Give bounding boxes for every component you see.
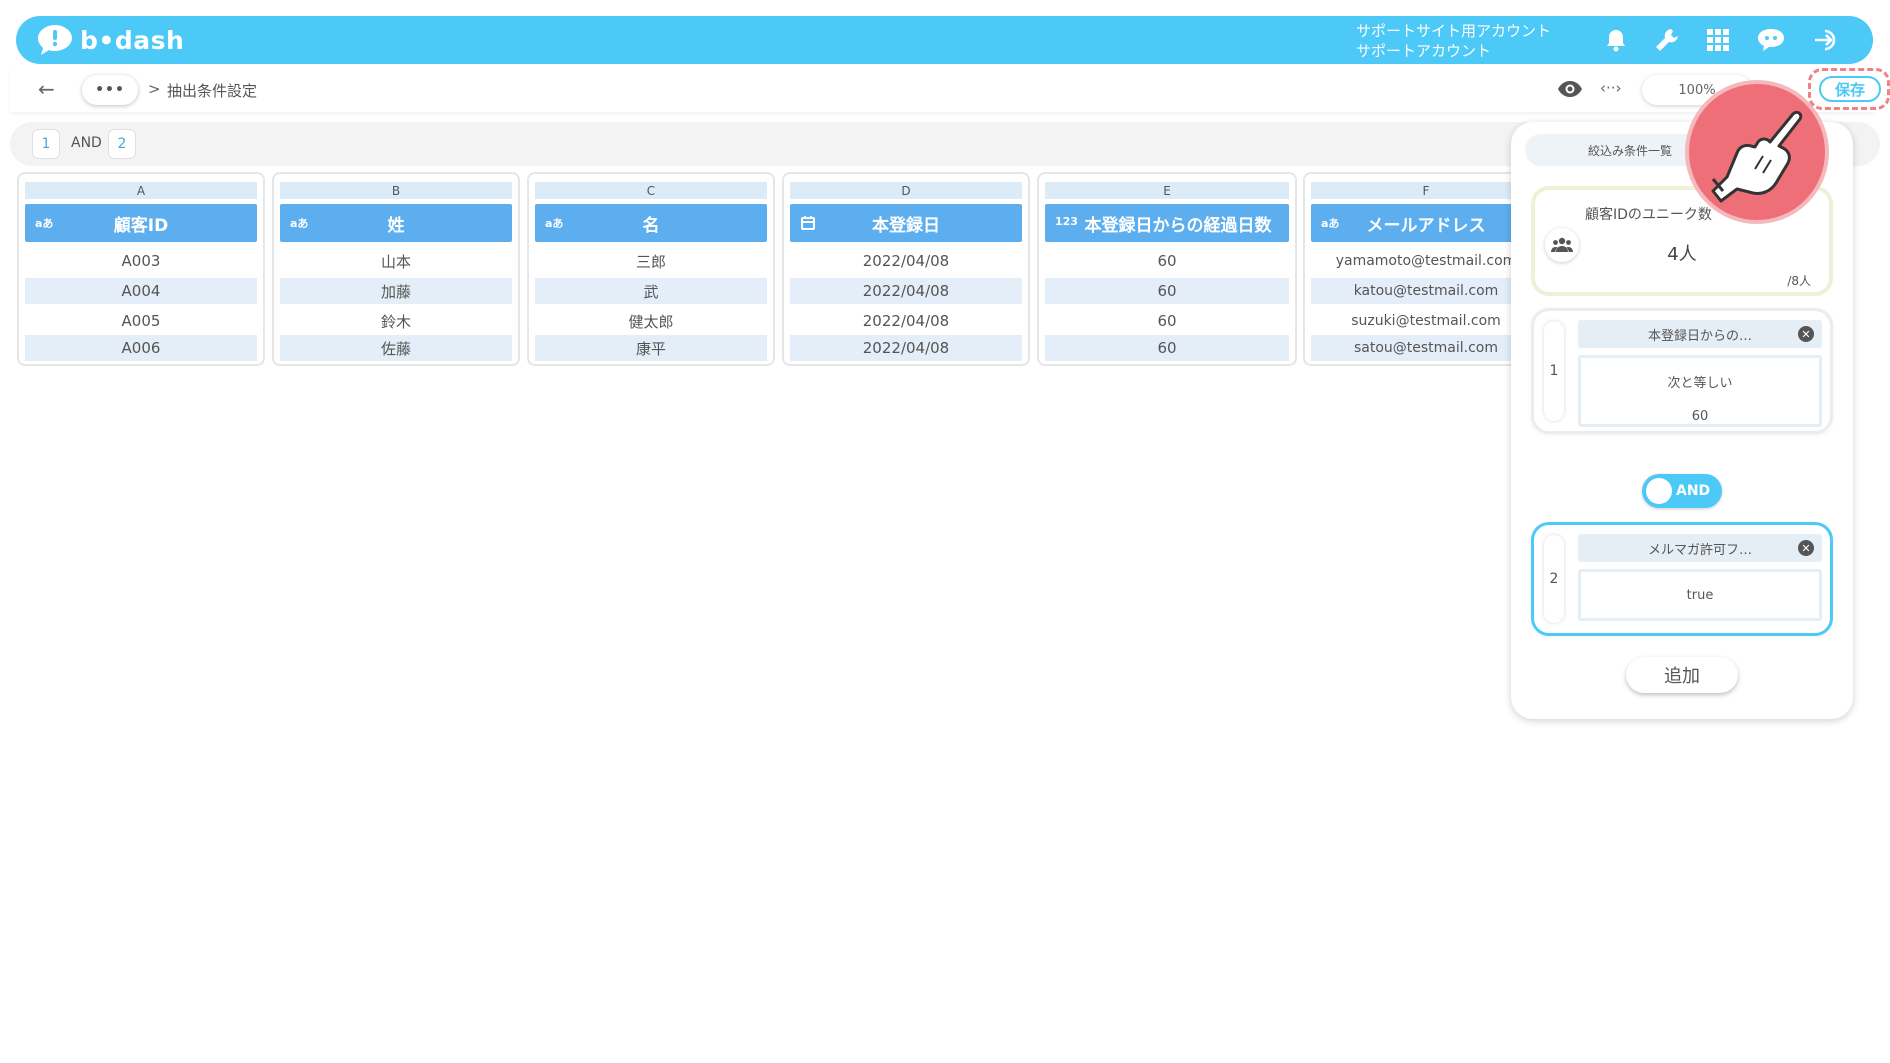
- condition-field[interactable]: メルマガ許可フ… ✕: [1578, 534, 1822, 562]
- table-cell: A003: [121, 252, 161, 270]
- table-cell: 鈴木: [380, 312, 411, 331]
- unique-count-value: 4人: [1667, 244, 1697, 265]
- column-name: 姓: [387, 215, 405, 236]
- chat-bot-icon[interactable]: [1756, 27, 1786, 53]
- and-or-toggle[interactable]: AND: [1642, 474, 1722, 508]
- column-name: 本登録日からの経過日数: [1084, 215, 1272, 236]
- account-info[interactable]: サポートサイト用アカウント サポートアカウント: [1356, 21, 1551, 61]
- column-name: 名: [642, 215, 660, 236]
- condition-field-label: メルマガ許可フ…: [1647, 542, 1752, 558]
- table-cell: 2022/04/08: [862, 252, 950, 270]
- column-header[interactable]: 123 本登録日からの経過日数: [1045, 204, 1289, 242]
- column-name: メールアドレス: [1366, 215, 1486, 236]
- account-line2: サポートアカウント: [1356, 42, 1492, 60]
- toolbar: ← ••• > 抽出条件設定 ‹··› 100% 保存: [10, 68, 1890, 112]
- column-letter: E: [1045, 182, 1289, 199]
- column-letter: D: [790, 182, 1022, 199]
- column-name: 顧客ID: [113, 215, 169, 236]
- column-header[interactable]: 本登録日: [790, 204, 1022, 242]
- column-letter: C: [535, 182, 767, 199]
- table-cell: katou@testmail.com: [1311, 278, 1541, 304]
- column-letter: A: [25, 182, 257, 199]
- condition-operator: 次と等しい: [1667, 376, 1733, 391]
- text-type-icon: aあ: [290, 217, 309, 230]
- toggle-label: AND: [1676, 483, 1711, 499]
- condition-card-1[interactable]: 1 本登録日からの… ✕ 次と等しい 60: [1531, 308, 1833, 434]
- column-header[interactable]: aあ 顧客ID: [25, 204, 257, 242]
- account-line1: サポートサイト用アカウント: [1356, 22, 1552, 40]
- column-e: E 123 本登録日からの経過日数 60 60 60 60: [1037, 172, 1297, 366]
- column-letter: B: [280, 182, 512, 199]
- table-cell: 60: [1045, 335, 1289, 361]
- number-type-icon: 123: [1055, 215, 1078, 228]
- column-c: C aあ 名 三郎 武 健太郎 康平: [527, 172, 775, 366]
- calendar-icon: [800, 215, 816, 234]
- table-cell: 武: [535, 278, 767, 304]
- table-cell: 2022/04/08: [790, 278, 1022, 304]
- grid-icon[interactable]: [1707, 29, 1729, 51]
- text-type-icon: aあ: [35, 217, 54, 230]
- column-header[interactable]: aあ 姓: [280, 204, 512, 242]
- condition-field[interactable]: 本登録日からの… ✕: [1578, 320, 1822, 348]
- condition-chip-2[interactable]: 2: [108, 129, 136, 159]
- column-d: D 本登録日 2022/04/08 2022/04/08 2022/04/08 …: [782, 172, 1030, 366]
- table-cell: A004: [25, 278, 257, 304]
- table-cell: 健太郎: [628, 312, 674, 331]
- logout-icon[interactable]: [1813, 27, 1843, 53]
- condition-chip-1[interactable]: 1: [32, 129, 60, 159]
- logo-text: b•dash: [80, 25, 185, 55]
- close-icon[interactable]: ✕: [1798, 540, 1814, 556]
- table-cell: 2022/04/08: [790, 335, 1022, 361]
- table-cell: 三郎: [635, 252, 666, 271]
- condition-index: 2: [1544, 535, 1564, 623]
- text-type-icon: aあ: [1321, 217, 1340, 230]
- column-name: 本登録日: [872, 215, 940, 236]
- column-f: F aあ メールアドレス yamamoto@testmail.com katou@…: [1303, 172, 1541, 366]
- bell-icon[interactable]: [1605, 28, 1627, 52]
- more-button[interactable]: •••: [82, 75, 138, 105]
- condition-body[interactable]: 次と等しい 60: [1578, 355, 1822, 427]
- pointing-hand-icon: [1683, 78, 1831, 226]
- table-cell: 加藤: [280, 278, 512, 304]
- column-letter: F: [1311, 182, 1541, 199]
- top-header: b•dash サポートサイト用アカウント サポートアカウント: [16, 16, 1873, 64]
- column-b: B aあ 姓 山本 加藤 鈴木 佐藤: [272, 172, 520, 366]
- table-cell: A006: [25, 335, 257, 361]
- add-condition-button[interactable]: 追加: [1626, 657, 1738, 693]
- back-arrow-icon[interactable]: ←: [38, 77, 55, 101]
- breadcrumb-separator: >: [148, 80, 161, 98]
- condition-field-label: 本登録日からの…: [1647, 328, 1752, 344]
- eye-icon[interactable]: [1557, 80, 1583, 102]
- table-cell: suzuki@testmail.com: [1351, 313, 1501, 329]
- toggle-knob: [1646, 478, 1672, 504]
- column-header[interactable]: aあ 名: [535, 204, 767, 242]
- condition-value: true: [1686, 588, 1714, 603]
- condition-body[interactable]: true: [1578, 569, 1822, 621]
- close-icon[interactable]: ✕: [1798, 326, 1814, 342]
- table-cell: 60: [1045, 278, 1289, 304]
- logo[interactable]: b•dash: [36, 23, 184, 57]
- table-cell: 康平: [535, 335, 767, 361]
- condition-index: 1: [1544, 321, 1564, 421]
- text-type-icon: aあ: [545, 217, 564, 230]
- column-a: A aあ 顧客ID A003 A004 A005 A006: [17, 172, 265, 366]
- table-cell: satou@testmail.com: [1311, 335, 1541, 361]
- condition-value: 60: [1691, 409, 1709, 424]
- wrench-icon[interactable]: [1654, 27, 1680, 53]
- table-cell: A005: [121, 312, 161, 330]
- condition-card-2[interactable]: 2 メルマガ許可フ… ✕ true: [1531, 522, 1833, 636]
- table-cell: 2022/04/08: [862, 312, 950, 330]
- column-header[interactable]: aあ メールアドレス: [1311, 204, 1541, 242]
- condition-operator: AND: [71, 135, 102, 151]
- unique-count-total: /8人: [1787, 274, 1811, 288]
- table-cell: 60: [1157, 252, 1177, 270]
- logo-bubble-icon: [36, 23, 74, 57]
- table-cell: yamamoto@testmail.com: [1335, 253, 1517, 269]
- table-cell: 佐藤: [280, 335, 512, 361]
- table-cell: 60: [1157, 312, 1177, 330]
- code-icon[interactable]: ‹··›: [1600, 79, 1622, 97]
- breadcrumb-title: 抽出条件設定: [167, 82, 258, 100]
- table-cell: 山本: [380, 252, 411, 271]
